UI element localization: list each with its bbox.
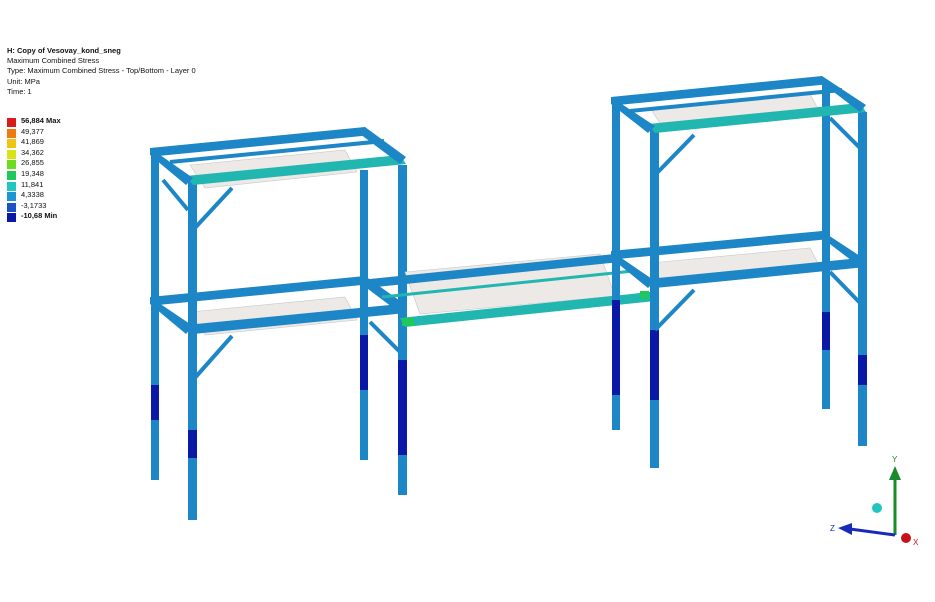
column: [151, 385, 159, 420]
brace: [191, 186, 234, 232]
right-frame-module: [611, 76, 867, 468]
brace: [653, 288, 696, 332]
column: [858, 112, 867, 446]
column: [822, 312, 830, 350]
left-frame-module: [150, 127, 407, 520]
stress-hotspot: [640, 291, 649, 299]
y-axis-arrowhead: [889, 466, 901, 480]
x-axis-label: X: [913, 538, 919, 547]
column: [822, 84, 830, 409]
model-viewport[interactable]: Y Z X: [0, 0, 935, 602]
column: [398, 360, 407, 455]
column: [188, 430, 197, 458]
brace: [828, 270, 864, 307]
z-axis-arrowhead: [838, 523, 852, 535]
z-axis-label: Z: [830, 524, 835, 533]
column: [858, 355, 867, 385]
column: [360, 335, 368, 390]
brace: [828, 116, 864, 152]
column: [650, 126, 659, 468]
coordinate-triad[interactable]: Y Z X: [830, 455, 919, 547]
brace: [191, 334, 234, 382]
column: [612, 300, 620, 395]
column: [650, 330, 659, 400]
x-axis-marker: [901, 533, 911, 543]
brace: [653, 133, 696, 177]
y-axis-label: Y: [892, 455, 898, 464]
stress-hotspot: [402, 318, 414, 326]
z-axis-arrow: [849, 527, 896, 537]
brace: [161, 178, 190, 212]
column: [151, 150, 159, 480]
iso-view-ball[interactable]: [872, 503, 882, 513]
